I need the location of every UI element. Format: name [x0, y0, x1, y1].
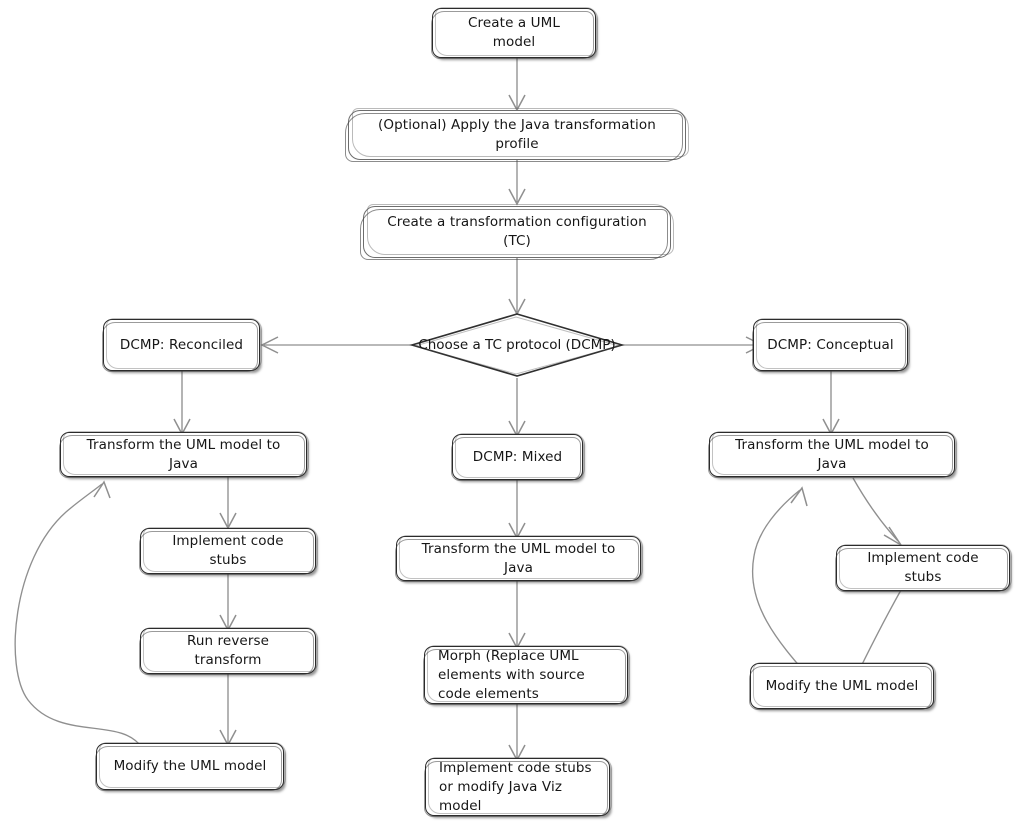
- node-label: Transform the UML model to Java: [735, 436, 929, 472]
- node-create-uml-model[interactable]: Create a UML model: [430, 7, 598, 59]
- node-label: Modify the UML model: [113, 758, 267, 774]
- node-label: Create a transformation configuration (T…: [387, 214, 647, 249]
- node-label: Choose a TC protocol (DCMP): [418, 337, 616, 353]
- node-modify-uml-left[interactable]: Modify the UML model: [94, 742, 286, 791]
- node-modify-uml-right[interactable]: Modify the UML model: [748, 662, 936, 710]
- node-dcmp-conceptual[interactable]: DCMP: Conceptual: [751, 318, 910, 372]
- node-transform-center[interactable]: Transform the UML model to Java: [394, 535, 643, 582]
- node-implement-stubs-right[interactable]: Implement code stubs: [834, 544, 1012, 592]
- node-choose-tc-protocol[interactable]: Choose a TC protocol (DCMP): [409, 312, 625, 378]
- node-label: Create a UML model: [468, 15, 560, 50]
- node-transform-left[interactable]: Transform the UML model to Java: [58, 431, 309, 478]
- node-label: Implement code stubs or modify Java Viz …: [439, 759, 592, 814]
- node-label: Run reverse transform: [186, 633, 270, 668]
- node-morph-replace[interactable]: Morph (Replace UML elements with source …: [422, 645, 630, 705]
- node-implement-stubs-left[interactable]: Implement code stubs: [138, 527, 318, 575]
- node-label: Modify the UML model: [765, 677, 919, 694]
- node-label: Implement code stubs: [867, 550, 979, 585]
- node-label: Implement code stubs: [172, 533, 284, 568]
- node-label: Morph (Replace UML elements with source …: [438, 647, 585, 702]
- node-label: DCMP: Reconciled: [119, 336, 244, 353]
- node-implement-stubs-or-javaviz[interactable]: Implement code stubs or modify Java Viz …: [423, 757, 612, 817]
- node-create-tc[interactable]: Create a transformation configuration (T…: [360, 204, 674, 260]
- node-run-reverse-transform[interactable]: Run reverse transform: [138, 627, 318, 675]
- node-label: Transform the UML model to Java: [421, 540, 616, 576]
- node-label: DCMP: Mixed: [472, 448, 563, 465]
- node-dcmp-mixed[interactable]: DCMP: Mixed: [450, 433, 585, 481]
- flowchart-canvas: .e { fill:none; stroke:#8f8f8f; stroke-w…: [0, 0, 1025, 835]
- node-label: (Optional) Apply the Java transformation…: [378, 117, 656, 152]
- node-transform-right[interactable]: Transform the UML model to Java: [707, 431, 957, 478]
- node-label: DCMP: Conceptual: [767, 336, 894, 353]
- node-label: Transform the UML model to Java: [86, 436, 281, 472]
- node-dcmp-reconciled[interactable]: DCMP: Reconciled: [101, 318, 262, 372]
- node-apply-java-profile[interactable]: (Optional) Apply the Java transformation…: [345, 108, 689, 162]
